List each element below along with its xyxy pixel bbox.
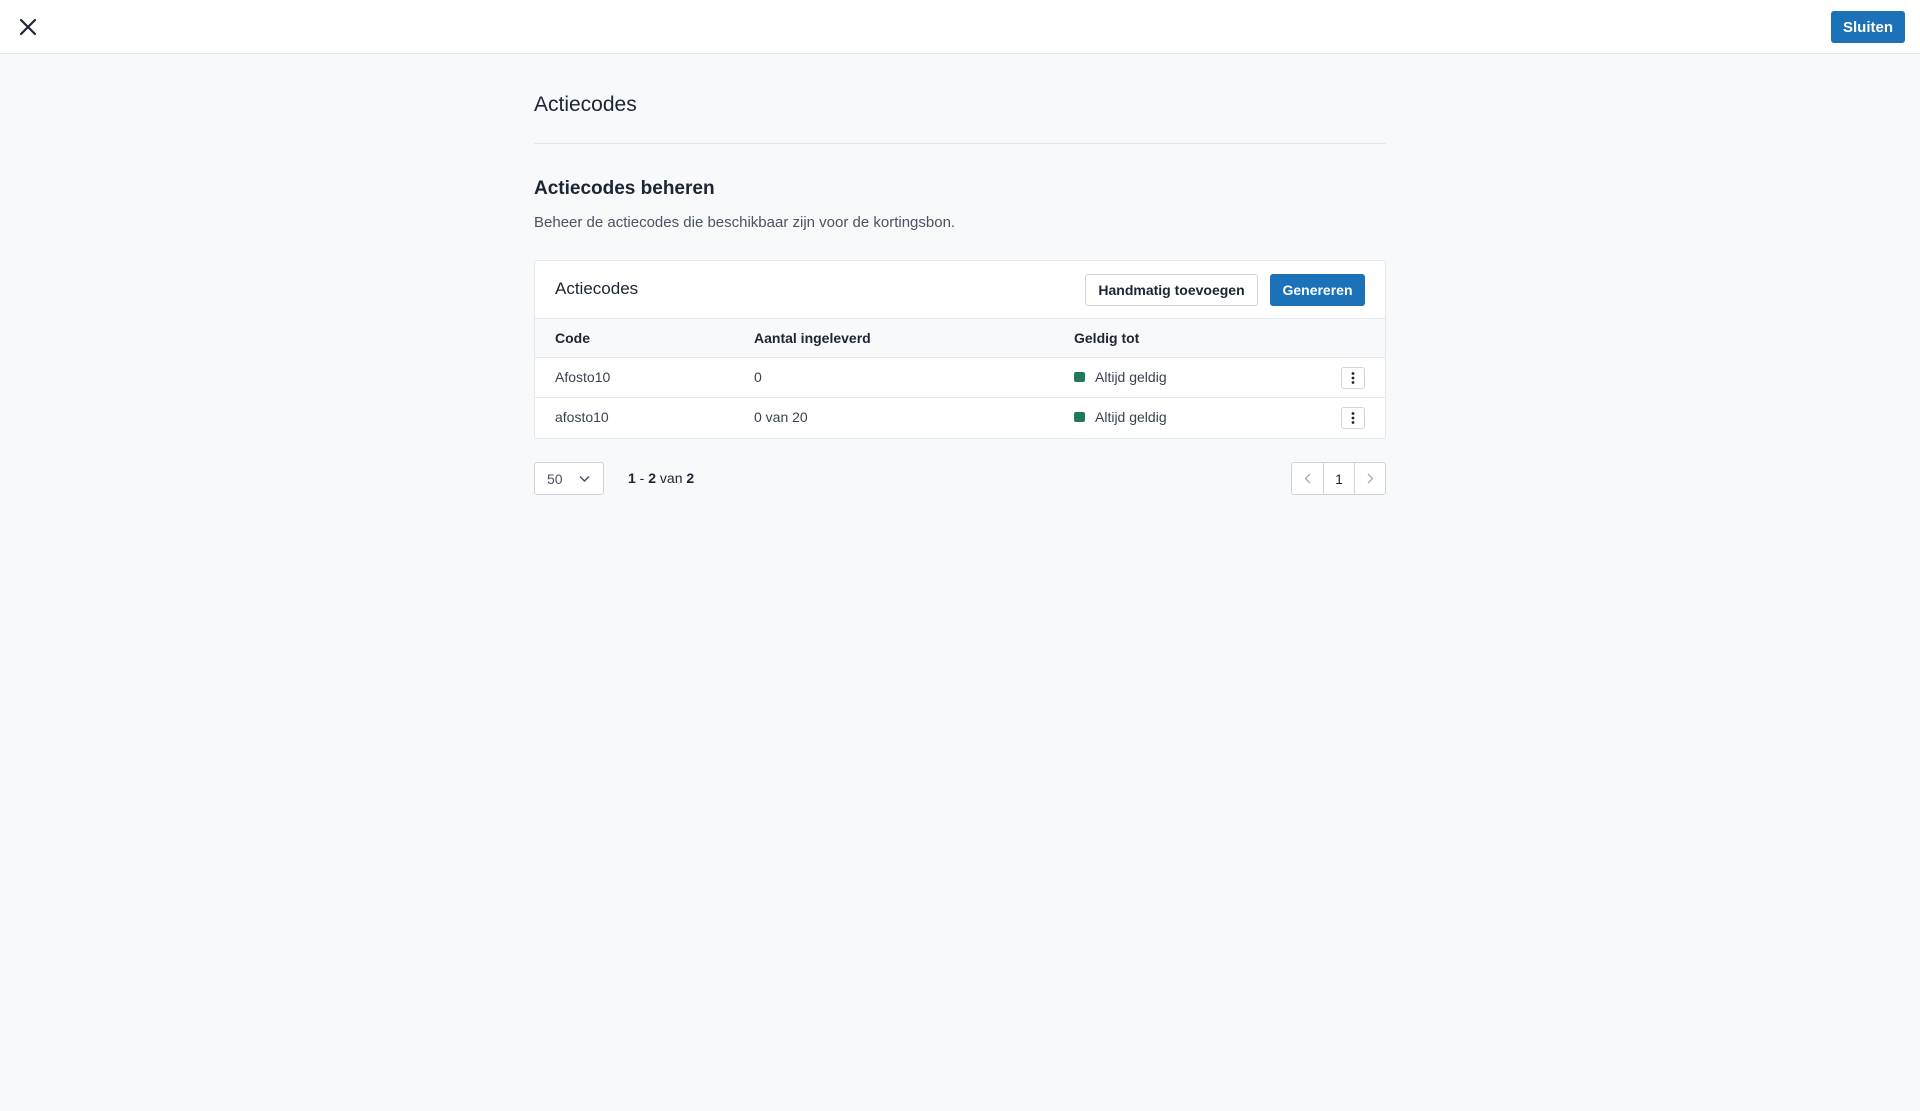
per-page-value: 50: [547, 470, 563, 487]
pager: 1: [1291, 462, 1386, 495]
valid-until-cell: Altijd geldig: [1074, 369, 1167, 385]
close-icon[interactable]: [14, 13, 42, 41]
generate-button[interactable]: Genereren: [1270, 274, 1365, 306]
valid-until-label: Altijd geldig: [1095, 409, 1167, 425]
previous-page-button[interactable]: [1292, 463, 1323, 494]
add-manual-button[interactable]: Handmatig toevoegen: [1085, 274, 1258, 306]
codes-table: Code Aantal ingeleverd Geldig tot Afosto…: [535, 318, 1385, 438]
more-vertical-icon: [1351, 372, 1355, 384]
card-title: Actiecodes: [555, 279, 639, 298]
card-header: Actiecodes Handmatig toevoegen Genereren: [535, 261, 1385, 318]
section-description: Beheer de actiecodes die beschikbaar zij…: [534, 214, 956, 231]
next-page-button[interactable]: [1354, 463, 1385, 494]
redeemed-cell: 0 van 20: [754, 409, 808, 425]
table-row[interactable]: afosto10 0 van 20 Altijd geldig: [535, 398, 1385, 438]
close-icon-glyph: [19, 18, 37, 36]
row-actions-button[interactable]: [1341, 407, 1365, 429]
table-row[interactable]: Afosto10 0 Altijd geldig: [535, 358, 1385, 398]
code-cell: afosto10: [555, 409, 609, 425]
codes-card: Actiecodes Handmatig toevoegen Genereren…: [534, 260, 1386, 439]
divider: [534, 143, 1386, 144]
page-number-button[interactable]: 1: [1323, 463, 1354, 494]
close-button[interactable]: Sluiten: [1830, 11, 1905, 43]
pagination-bar: 50 1 - 2 van 2 1: [534, 462, 1386, 495]
chevron-right-icon: [1367, 473, 1373, 484]
row-actions-button[interactable]: [1341, 367, 1365, 389]
column-header-code[interactable]: Code: [555, 330, 590, 346]
range-summary: 1 - 2 van 2: [628, 470, 694, 486]
status-indicator: [1074, 412, 1085, 422]
per-page-select[interactable]: 50: [534, 462, 604, 495]
range-of: van: [656, 470, 687, 486]
top-bar: Sluiten: [0, 0, 1920, 54]
range-total: 2: [686, 470, 695, 486]
valid-until-cell: Altijd geldig: [1074, 409, 1167, 425]
status-indicator: [1074, 372, 1085, 382]
column-header-redeemed[interactable]: Aantal ingeleverd: [754, 330, 871, 346]
chevron-down-icon: [579, 475, 590, 483]
page-title: Actiecodes: [534, 93, 637, 116]
more-vertical-icon: [1351, 412, 1355, 424]
redeemed-cell: 0: [754, 369, 762, 385]
range-from: 1: [628, 470, 636, 486]
range-separator: -: [635, 470, 649, 486]
table-header: Code Aantal ingeleverd Geldig tot: [535, 318, 1385, 358]
valid-until-label: Altijd geldig: [1095, 369, 1167, 385]
column-header-valid-until[interactable]: Geldig tot: [1074, 330, 1139, 346]
code-cell: Afosto10: [555, 369, 611, 385]
section-title: Actiecodes beheren: [534, 178, 715, 199]
range-to: 2: [648, 470, 657, 486]
chevron-left-icon: [1304, 473, 1311, 484]
